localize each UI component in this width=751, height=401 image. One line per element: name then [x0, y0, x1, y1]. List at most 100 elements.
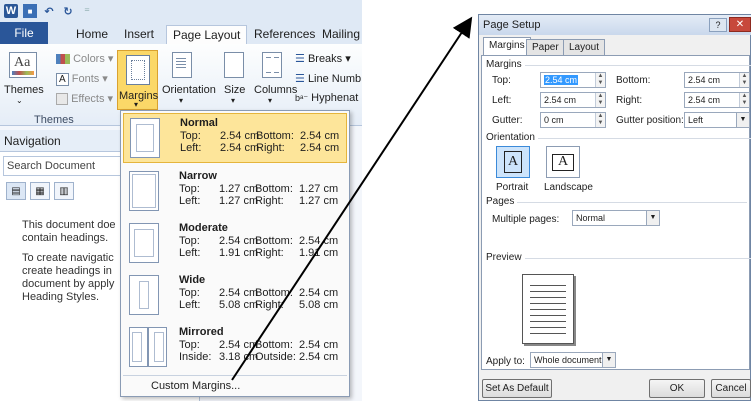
undo-icon[interactable]: ↶ [42, 4, 56, 18]
bottom-margin-value: 2.54 cm [688, 75, 721, 85]
margins-dropdown-menu: Normal Top: 2.54 cm Bottom: 2.54 cm Left… [120, 110, 350, 397]
tab-margins[interactable]: Margins [483, 37, 531, 56]
preview-section-label: Preview [486, 252, 751, 263]
multiple-pages-select[interactable]: Normal ▼ [572, 210, 660, 226]
pages-section-label: Pages [486, 196, 751, 207]
results-view-icon[interactable]: ▥ [54, 182, 74, 200]
bottom-margin-input[interactable]: 2.54 cm ▲ ▼ [684, 72, 750, 88]
option-label: Right: [255, 247, 284, 259]
option-value: 1.27 cm [219, 183, 259, 195]
themes-group-label: Themes [34, 114, 74, 126]
customize-toolbar-icon[interactable]: ⁼ [80, 4, 94, 18]
gutter-position-select[interactable]: Left ▼ [684, 112, 750, 128]
columns-button[interactable]: Columns [254, 84, 297, 96]
option-label: Right: [255, 299, 284, 311]
gutter-position-label: Gutter position: [616, 115, 684, 126]
pages-view-icon[interactable]: ▦ [30, 182, 50, 200]
top-margin-input[interactable]: 2.54 cm ▲ ▼ [540, 72, 606, 88]
option-value: 2.54 cm [300, 142, 340, 154]
tab-insert[interactable]: Insert [118, 25, 160, 44]
ribbon-tabs: File Home Insert Page Layout References … [0, 22, 362, 44]
option-value: 2.54 cm [220, 142, 260, 154]
tab-mailings[interactable]: Mailing [316, 25, 362, 44]
option-value: 1.27 cm [219, 195, 259, 207]
dropdown-arrow-icon[interactable]: ▼ [646, 211, 659, 225]
spinner-arrows-icon[interactable]: ▲ ▼ [595, 73, 605, 87]
margins-button[interactable]: Margins ▾ [117, 50, 158, 110]
tab-file[interactable]: File [0, 22, 48, 44]
margin-option-narrow[interactable]: Narrow Top: 1.27 cm Bottom: 1.27 cm Left… [123, 167, 347, 217]
orientation-icon[interactable] [172, 52, 192, 78]
apply-to-label: Apply to: [486, 356, 525, 367]
word-window: W ■ ↶ ↻ ⁼ File Home Insert Page Layout R… [0, 0, 362, 401]
margin-option-mirrored[interactable]: Mirrored Top: 2.54 cm Bottom: 2.54 cm In… [123, 323, 347, 373]
size-icon[interactable] [224, 52, 244, 78]
size-button[interactable]: Size [224, 84, 245, 96]
headings-view-icon[interactable]: ▤ [6, 182, 26, 200]
set-as-default-button[interactable]: Set As Default [482, 379, 552, 398]
right-label: Right: [616, 95, 643, 106]
cancel-button[interactable]: Cancel [711, 379, 751, 398]
option-label: Top: [179, 339, 200, 351]
dialog-body: Margins Top: 2.54 cm ▲ ▼ Bottom: 2.54 cm ▲ ▼… [481, 55, 751, 370]
margin-option-normal[interactable]: Normal Top: 2.54 cm Bottom: 2.54 cm Left… [123, 113, 347, 163]
option-label: Top: [179, 235, 200, 247]
margins-label: Margins [119, 90, 159, 102]
navigation-view-buttons: ▤ ▦ ▥ [6, 182, 74, 200]
portrait-button[interactable]: A [496, 146, 530, 178]
option-name: Wide [179, 274, 206, 286]
hyphenation-button[interactable]: bᵃ⁻ Hyphenat [295, 92, 358, 104]
apply-to-select[interactable]: Whole document ▼ [530, 352, 616, 368]
landscape-button[interactable]: A [546, 146, 580, 178]
fonts-button[interactable]: A Fonts ▾ [56, 72, 108, 86]
save-icon[interactable]: ■ [23, 4, 37, 18]
apply-to-value: Whole document [534, 355, 602, 365]
portrait-icon: A [504, 151, 522, 173]
tab-paper[interactable]: Paper [526, 39, 565, 55]
margins-section-label: Margins [486, 59, 751, 70]
breaks-icon: ☰ [295, 53, 305, 65]
option-label: Right: [255, 195, 284, 207]
left-margin-input[interactable]: 2.54 cm ▲ ▼ [540, 92, 606, 108]
option-value: 1.91 cm [299, 247, 339, 259]
tab-layout[interactable]: Layout [563, 39, 606, 55]
help-icon[interactable]: ? [709, 18, 727, 32]
spinner-arrows-icon[interactable]: ▲ ▼ [595, 93, 605, 107]
redo-icon[interactable]: ↻ [61, 4, 75, 18]
close-icon[interactable]: ✕ [729, 17, 751, 32]
columns-dropdown-icon[interactable]: ▾ [268, 96, 272, 105]
normal-margins-icon [130, 118, 160, 158]
option-value: 2.54 cm [299, 287, 339, 299]
size-dropdown-icon[interactable]: ▾ [231, 96, 235, 105]
breaks-button[interactable]: ☰ Breaks ▾ [295, 52, 351, 65]
margin-option-moderate[interactable]: Moderate Top: 2.54 cm Bottom: 2.54 cm Le… [123, 219, 347, 269]
right-margin-input[interactable]: 2.54 cm ▲ ▼ [684, 92, 750, 108]
effects-button[interactable]: Effects ▾ [56, 92, 113, 106]
dropdown-arrow-icon[interactable]: ▼ [602, 353, 615, 367]
option-label: Top: [179, 183, 200, 195]
themes-button-label[interactable]: Themes [4, 84, 44, 96]
colors-button[interactable]: Colors ▾ [56, 52, 113, 65]
line-numbers-button[interactable]: ☰ Line Numb [295, 72, 361, 85]
gutter-input[interactable]: 0 cm ▲ ▼ [540, 112, 606, 128]
dropdown-arrow-icon[interactable]: ▼ [736, 113, 749, 127]
spinner-arrows-icon[interactable]: ▲ ▼ [739, 93, 749, 107]
columns-icon[interactable] [262, 52, 282, 78]
multiple-pages-label: Multiple pages: [492, 214, 560, 225]
word-logo-icon[interactable]: W [4, 4, 18, 18]
tab-page-layout[interactable]: Page Layout [166, 25, 248, 44]
orientation-button[interactable]: Orientation [162, 84, 216, 96]
colors-label: Colors [73, 53, 105, 65]
spinner-arrows-icon[interactable]: ▲ ▼ [739, 73, 749, 87]
themes-icon[interactable]: Aa [9, 52, 37, 78]
option-label: Top: [180, 130, 201, 142]
custom-margins-item[interactable]: Custom Margins... [123, 375, 347, 395]
margins-icon [126, 55, 150, 85]
tab-home[interactable]: Home [70, 25, 114, 44]
ok-button[interactable]: OK [649, 379, 705, 398]
orientation-dropdown-icon[interactable]: ▾ [179, 96, 183, 105]
margin-option-wide[interactable]: Wide Top: 2.54 cm Bottom: 2.54 cm Left: … [123, 271, 347, 321]
themes-dropdown-icon[interactable]: ⌄ [16, 96, 23, 105]
tab-references[interactable]: References [248, 25, 321, 44]
spinner-arrows-icon[interactable]: ▲ ▼ [595, 113, 605, 127]
